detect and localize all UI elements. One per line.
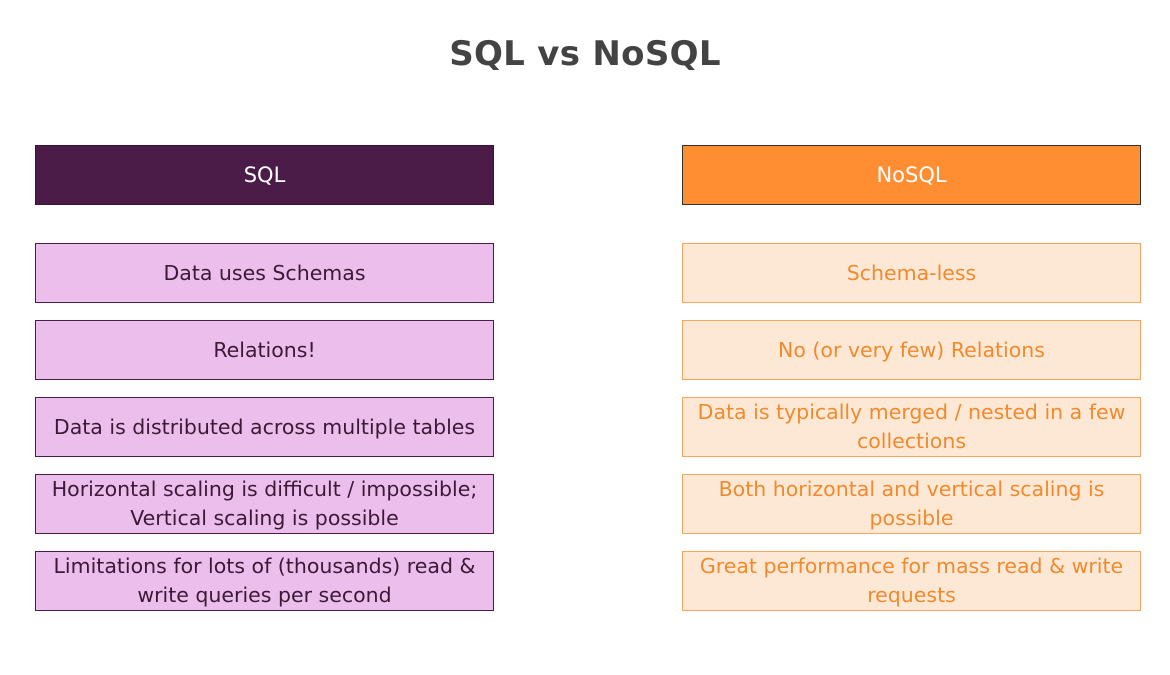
slide-title: SQL vs NoSQL bbox=[449, 34, 721, 74]
nosql-item-distribution: Data is typically merged / nested in a f… bbox=[682, 397, 1141, 457]
nosql-column: NoSQL Schema-less No (or very few) Relat… bbox=[682, 145, 1141, 628]
sql-item-distribution: Data is distributed across multiple tabl… bbox=[35, 397, 494, 457]
nosql-item-scaling: Both horizontal and vertical scaling is … bbox=[682, 474, 1141, 534]
sql-item-scaling: Horizontal scaling is difficult / imposs… bbox=[35, 474, 494, 534]
sql-column: SQL Data uses Schemas Relations! Data is… bbox=[35, 145, 494, 628]
nosql-item-performance: Great performance for mass read & write … bbox=[682, 551, 1141, 611]
nosql-item-relations: No (or very few) Relations bbox=[682, 320, 1141, 380]
nosql-header: NoSQL bbox=[682, 145, 1141, 205]
nosql-item-schemas: Schema-less bbox=[682, 243, 1141, 303]
sql-item-relations: Relations! bbox=[35, 320, 494, 380]
sql-header: SQL bbox=[35, 145, 494, 205]
sql-item-performance: Limitations for lots of (thousands) read… bbox=[35, 551, 494, 611]
sql-item-schemas: Data uses Schemas bbox=[35, 243, 494, 303]
